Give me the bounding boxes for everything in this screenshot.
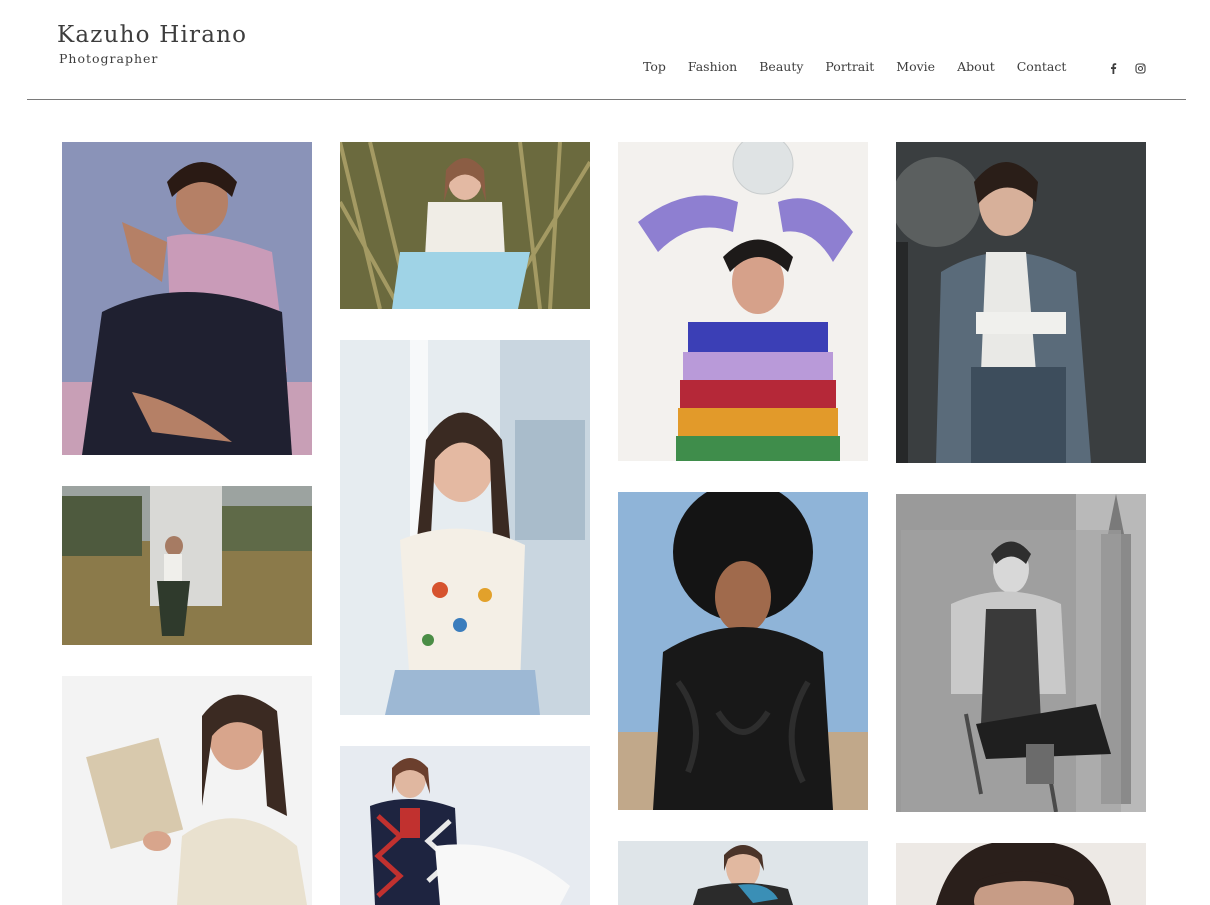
gallery-photo[interactable] [340,142,590,309]
gallery-photo[interactable] [62,486,312,645]
gallery-photo[interactable] [62,142,312,455]
gallery-photo[interactable] [62,676,312,905]
gallery-photo[interactable] [340,746,590,905]
gallery-photo[interactable] [618,492,868,810]
gallery-photo[interactable] [896,843,1146,905]
gallery-photo[interactable] [896,142,1146,463]
gallery-photo[interactable] [618,841,868,905]
gallery-photo[interactable] [618,142,868,461]
gallery-photo[interactable] [340,340,590,715]
photo-gallery [0,0,1210,905]
gallery-photo[interactable] [896,494,1146,812]
